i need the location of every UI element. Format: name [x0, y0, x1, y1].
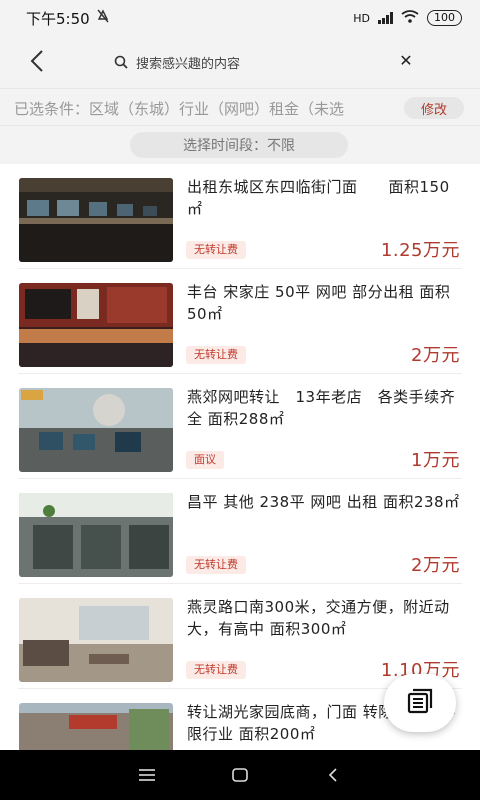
listing-title: 昌平 其他 238平 网吧 出租 面积238㎡	[187, 493, 460, 511]
list-document-icon	[406, 688, 434, 718]
selected-filters-bar: 已选条件：区域（东城）行业（网吧）租金（未选 修改	[0, 88, 480, 126]
list-item[interactable]: 燕郊网吧转让 13年老店 各类手续齐全 面积288㎡ 面议 1万元	[0, 374, 480, 479]
search-placeholder: 搜索感兴趣的内容	[136, 56, 241, 72]
list-item[interactable]: 昌平 其他 238平 网吧 出租 面积238㎡ 无转让费 2万元	[0, 479, 480, 584]
listing-list[interactable]: 出租东城区东四临街门面 面积150㎡ 无转让费 1.25万元 丰台 宋家庄 50…	[0, 164, 480, 750]
filter-summary: 已选条件：区域（东城）行业（网吧）租金（未选	[14, 100, 345, 118]
list-item[interactable]: 丰台 宋家庄 50平 网吧 部分出租 面积50㎡ 无转让费 2万元	[0, 269, 480, 374]
mute-icon	[96, 9, 110, 27]
listing-tag: 面议	[186, 451, 224, 469]
home-icon[interactable]	[225, 760, 255, 790]
search-input[interactable]: 搜索感兴趣的内容	[112, 50, 412, 74]
wifi-icon	[401, 10, 419, 26]
search-icon	[112, 53, 130, 71]
search-header: 搜索感兴趣的内容 ✕	[0, 36, 480, 88]
listing-title: 丰台 宋家庄 50平 网吧 部分出租 面积50㎡	[187, 283, 451, 323]
listing-thumbnail	[19, 283, 173, 367]
menu-icon[interactable]	[132, 760, 162, 790]
list-item[interactable]: 出租东城区东四临街门面 面积150㎡ 无转让费 1.25万元	[0, 164, 480, 269]
signal-label: HD	[353, 11, 370, 25]
back-arrow-icon[interactable]	[26, 48, 50, 74]
battery-indicator: 100	[427, 10, 462, 26]
listing-thumbnail	[19, 388, 173, 472]
time-filter-button[interactable]: 选择时间段：不限	[130, 132, 348, 158]
listing-tag: 无转让费	[186, 661, 246, 679]
listing-thumbnail	[19, 178, 173, 262]
listing-thumbnail	[19, 598, 173, 682]
listing-title: 出租东城区东四临街门面 面积150㎡	[187, 178, 450, 218]
back-icon[interactable]	[318, 760, 348, 790]
listing-thumbnail	[19, 703, 173, 750]
system-nav-bar	[0, 750, 480, 800]
list-view-button[interactable]	[384, 674, 456, 732]
listing-price: 2万元	[411, 555, 460, 576]
listing-title: 燕郊网吧转让 13年老店 各类手续齐全 面积288㎡	[187, 388, 456, 428]
signal-icon	[378, 12, 393, 24]
listing-price: 1.25万元	[380, 240, 460, 261]
status-bar: 下午5:50 HD 100	[0, 0, 480, 36]
listing-tag: 无转让费	[186, 241, 246, 259]
list-item[interactable]: 燕灵路口南300米，交通方便，附近动大，有高中 面积300㎡ 无转让费 1.10…	[0, 584, 480, 689]
listing-tag: 无转让费	[186, 556, 246, 574]
time-filter-bar: 选择时间段：不限	[0, 126, 480, 164]
status-time: 下午5:50	[26, 9, 90, 28]
listing-tag: 无转让费	[186, 346, 246, 364]
edit-filters-button[interactable]: 修改	[404, 97, 464, 119]
close-icon[interactable]: ✕	[396, 48, 416, 72]
listing-price: 1万元	[411, 450, 460, 471]
listing-thumbnail	[19, 493, 173, 577]
listing-title: 燕灵路口南300米，交通方便，附近动大，有高中 面积300㎡	[187, 598, 450, 638]
listing-price: 2万元	[411, 345, 460, 366]
